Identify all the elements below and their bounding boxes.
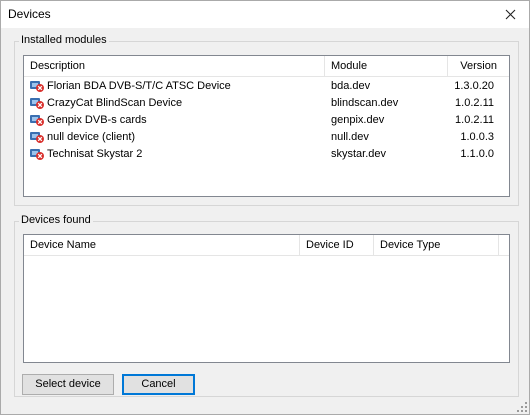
column-device-type[interactable]: Device Type [374, 235, 499, 256]
column-description-label: Description [30, 60, 86, 72]
cancel-button[interactable]: Cancel [122, 374, 195, 395]
devices-found-legend: Devices found [19, 214, 93, 226]
device-module-icon [30, 115, 44, 126]
installed-modules-group: Installed modules Description Module Ver… [14, 34, 519, 206]
module-version: 1.3.0.20 [454, 80, 494, 92]
devices-found-list[interactable]: Device Name Device ID Device Type [23, 234, 510, 363]
module-description: Florian BDA DVB-S/T/C ATSC Device [47, 80, 231, 92]
module-file: blindscan.dev [331, 97, 399, 109]
window-title: Devices [8, 7, 51, 21]
module-description: Genpix DVB-s cards [47, 114, 147, 126]
installed-modules-legend: Installed modules [19, 34, 109, 46]
module-file: skystar.dev [331, 148, 387, 160]
module-file: genpix.dev [331, 114, 385, 126]
module-version: 1.0.2.11 [455, 97, 494, 109]
module-row[interactable]: Technisat Skystar 2 skystar.dev 1.1.0.0 [24, 146, 509, 163]
module-description: null device (client) [47, 131, 136, 143]
column-module[interactable]: Module [325, 56, 448, 77]
module-row[interactable]: CrazyCat BlindScan Device blindscan.dev … [24, 95, 509, 112]
column-device-id[interactable]: Device ID [300, 235, 374, 256]
module-version: 1.1.0.0 [460, 148, 494, 160]
installed-modules-list[interactable]: Description Module Version Florian BDA D… [23, 55, 510, 197]
device-module-icon [30, 81, 44, 92]
resize-grip-icon[interactable] [516, 401, 528, 413]
device-module-icon [30, 98, 44, 109]
close-button[interactable] [497, 3, 523, 25]
module-row[interactable]: null device (client) null.dev 1.0.0.3 [24, 129, 509, 146]
column-description[interactable]: Description [24, 56, 325, 77]
select-device-button[interactable]: Select device [22, 374, 114, 395]
module-file: bda.dev [331, 80, 371, 92]
column-device-id-label: Device ID [306, 239, 354, 251]
installed-modules-header: Description Module Version [24, 56, 509, 77]
module-description: Technisat Skystar 2 [47, 148, 143, 160]
module-version: 1.0.2.11 [455, 114, 494, 126]
module-row[interactable]: Florian BDA DVB-S/T/C ATSC Device bda.de… [24, 78, 509, 95]
devices-dialog: Devices Installed modules Description Mo… [0, 0, 530, 415]
module-file: null.dev [331, 131, 369, 143]
column-device-name-label: Device Name [30, 239, 97, 251]
devices-found-header: Device Name Device ID Device Type [24, 235, 509, 256]
column-version-label: Version [460, 60, 497, 72]
column-version[interactable]: Version [448, 56, 509, 77]
devices-found-group: Devices found Device Name Device ID Devi… [14, 214, 519, 397]
device-module-icon [30, 132, 44, 143]
module-description: CrazyCat BlindScan Device [47, 97, 183, 109]
column-device-type-label: Device Type [380, 239, 441, 251]
module-version: 1.0.0.3 [460, 131, 494, 143]
device-module-icon [30, 149, 44, 160]
column-module-label: Module [331, 60, 368, 72]
module-row[interactable]: Genpix DVB-s cards genpix.dev 1.0.2.11 [24, 112, 509, 129]
title-bar: Devices [1, 1, 529, 28]
close-icon [505, 9, 515, 19]
column-device-name[interactable]: Device Name [24, 235, 300, 256]
